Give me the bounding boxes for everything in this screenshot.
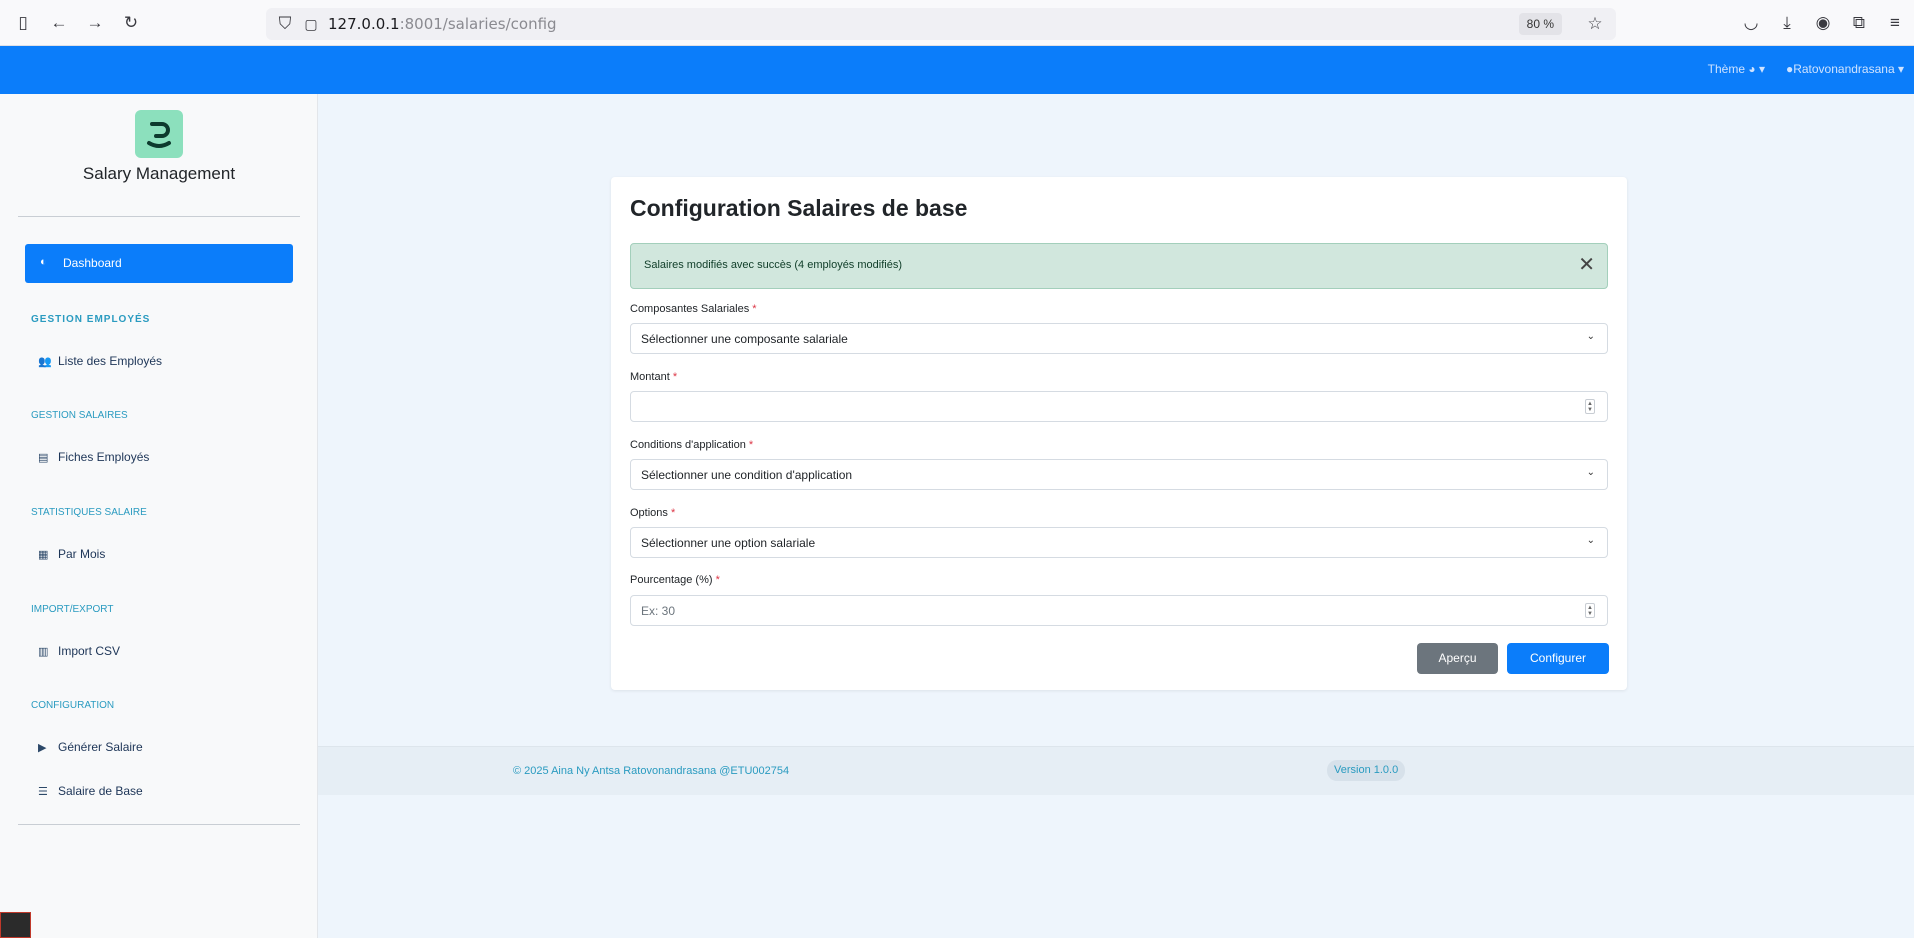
zoom-level[interactable]: 80 %	[1518, 13, 1562, 35]
sidebar-item-dashboard[interactable]: ◐ Dashboard	[25, 244, 293, 283]
browser-toolbar: ▯ ← → ↻ ⛉ ▢ 127.0.0.1:8001/salaries/conf…	[0, 0, 1914, 46]
alert-message: Salaires modifiés avec succès (4 employé…	[644, 259, 902, 271]
sidebar-item-label: Fiches Employés	[58, 450, 150, 464]
number-spinner-icon[interactable]: ▲ ▼	[1585, 399, 1595, 414]
sidebar: Salary Management ◐ Dashboard GESTION EM…	[0, 94, 318, 938]
debug-toolbar-icon[interactable]	[0, 912, 31, 938]
sliders-icon: ☰	[38, 786, 48, 798]
composantes-select[interactable]: Sélectionner une composante salariale ⌄	[630, 323, 1608, 354]
url-path: :8001/salaries/config	[399, 15, 557, 33]
reload-icon[interactable]: ↻	[120, 12, 142, 34]
label-text: Composantes Salariales	[630, 303, 750, 315]
label-options: Options *	[630, 507, 675, 519]
chevron-down-icon: ⌄	[1586, 331, 1595, 342]
select-value: Sélectionner une composante salariale	[641, 332, 848, 346]
sidebar-item-fiches-employes[interactable]: ▤ Fiches Employés	[38, 450, 149, 464]
sidebar-item-label: Salaire de Base	[58, 784, 143, 798]
theme-dropdown[interactable]: Thème ◕ ▾	[1708, 62, 1765, 76]
sidebar-item-liste-employes[interactable]: 👥 Liste des Employés	[38, 354, 162, 368]
options-select[interactable]: Sélectionner une option salariale ⌄	[630, 527, 1608, 558]
sidebar-item-import-csv[interactable]: ▥ Import CSV	[38, 644, 120, 658]
montant-input[interactable]: ▲ ▼	[630, 391, 1608, 422]
select-value: Sélectionner une option salariale	[641, 536, 816, 550]
label-pourcentage: Pourcentage (%) *	[630, 574, 720, 586]
section-title-import-export: IMPORT/EXPORT	[31, 604, 114, 615]
sidebar-item-label: Générer Salaire	[58, 740, 143, 754]
sidebar-toggle-icon[interactable]: ▯	[12, 12, 34, 34]
pocket-icon[interactable]: ◡	[1740, 12, 1762, 34]
preview-button[interactable]: Aperçu	[1417, 643, 1498, 674]
gauge-icon: ◐	[40, 256, 47, 268]
sidebar-item-par-mois[interactable]: ▦ Par Mois	[38, 547, 105, 561]
success-alert: Salaires modifiés avec succès (4 employé…	[630, 243, 1608, 289]
sidebar-divider	[18, 216, 300, 217]
file-import-icon: ▥	[38, 646, 49, 658]
logo-mark-icon	[147, 122, 171, 148]
shield-icon: ⛉	[278, 14, 292, 33]
required-mark: *	[752, 303, 757, 315]
label-text: Conditions d'application	[630, 439, 746, 451]
pourcentage-input[interactable]: Ex: 30 ▲ ▼	[630, 595, 1608, 626]
sidebar-item-salaire-de-base[interactable]: ☰ Salaire de Base	[38, 784, 143, 798]
select-value: Sélectionner une condition d'application	[641, 468, 853, 482]
account-icon[interactable]: ◉	[1812, 12, 1834, 34]
file-icon: ▤	[38, 452, 49, 464]
required-mark: *	[672, 371, 678, 383]
page-title: Configuration Salaires de base	[630, 195, 968, 221]
chevron-down-icon: ▾	[1897, 62, 1904, 76]
theme-label: Thème	[1707, 62, 1746, 76]
top-navbar: Thème ◕ ▾ ●Ratovonandrasana ▾	[0, 46, 1914, 94]
section-title-configuration: CONFIGURATION	[31, 700, 115, 711]
play-circle-icon: ▶	[38, 742, 47, 754]
sidebar-item-label: Liste des Employés	[58, 354, 163, 368]
label-text: Pourcentage (%)	[630, 574, 713, 586]
footer-copyright: © 2025 Aina Ny Antsa Ratovonandrasana @E…	[513, 765, 790, 777]
required-mark: *	[670, 507, 676, 519]
main-content: Configuration Salaires de base Salaires …	[318, 94, 1914, 938]
download-icon[interactable]: ⤓	[1776, 12, 1798, 34]
url-host: 127.0.0.1	[328, 15, 400, 33]
section-title-statistiques: STATISTIQUES SALAIRE	[31, 507, 147, 518]
label-montant: Montant *	[630, 371, 677, 383]
palette-icon: ◕	[1748, 62, 1756, 76]
label-text: Montant	[630, 371, 670, 383]
back-icon[interactable]: ←	[48, 12, 70, 34]
bookmark-star-icon[interactable]: ☆	[1584, 13, 1606, 35]
config-card: Configuration Salaires de base Salaires …	[611, 177, 1627, 690]
brand-name: Salary Management	[82, 164, 236, 183]
forward-icon[interactable]: →	[84, 12, 106, 34]
required-mark: *	[748, 439, 754, 451]
sidebar-item-label: Dashboard	[63, 256, 122, 270]
sidebar-item-label: Par Mois	[58, 547, 106, 561]
calendar-icon: ▦	[38, 549, 49, 561]
users-icon: 👥	[38, 356, 52, 368]
version-badge: Version 1.0.0	[1327, 760, 1406, 781]
page-icon: ▢	[304, 16, 318, 32]
url-text: 127.0.0.1:8001/salaries/config	[328, 15, 557, 33]
menu-icon[interactable]: ≡	[1884, 12, 1906, 34]
chevron-down-icon: ▾	[1758, 62, 1765, 76]
chevron-down-icon: ⌄	[1586, 535, 1595, 546]
close-icon[interactable]: ✕	[1578, 254, 1595, 276]
footer: © 2025 Aina Ny Antsa Ratovonandrasana @E…	[318, 746, 1914, 795]
user-name: Ratovonandrasana	[1793, 62, 1895, 76]
input-placeholder: Ex: 30	[641, 604, 676, 618]
conditions-select[interactable]: Sélectionner une condition d'application…	[630, 459, 1608, 490]
section-title-employes: GESTION EMPLOYÉS	[31, 314, 151, 325]
sidebar-item-generer-salaire[interactable]: ▶ Générer Salaire	[38, 740, 143, 754]
address-bar[interactable]: ⛉ ▢ 127.0.0.1:8001/salaries/config 80 % …	[266, 8, 1616, 40]
required-mark: *	[715, 574, 720, 586]
section-title-salaires: GESTION SALAIRES	[31, 410, 128, 421]
user-dropdown[interactable]: ●Ratovonandrasana ▾	[1786, 62, 1904, 76]
label-text: Options	[630, 507, 668, 519]
number-spinner-icon[interactable]: ▲ ▼	[1585, 603, 1595, 618]
app-logo[interactable]	[135, 110, 183, 158]
chevron-down-icon: ⌄	[1586, 467, 1595, 478]
label-composantes: Composantes Salariales *	[630, 303, 757, 315]
extensions-icon[interactable]: ⧉	[1848, 12, 1870, 34]
label-conditions: Conditions d'application *	[630, 439, 753, 451]
configure-button[interactable]: Configurer	[1507, 643, 1609, 674]
sidebar-divider	[18, 824, 300, 825]
sidebar-item-label: Import CSV	[58, 644, 121, 658]
